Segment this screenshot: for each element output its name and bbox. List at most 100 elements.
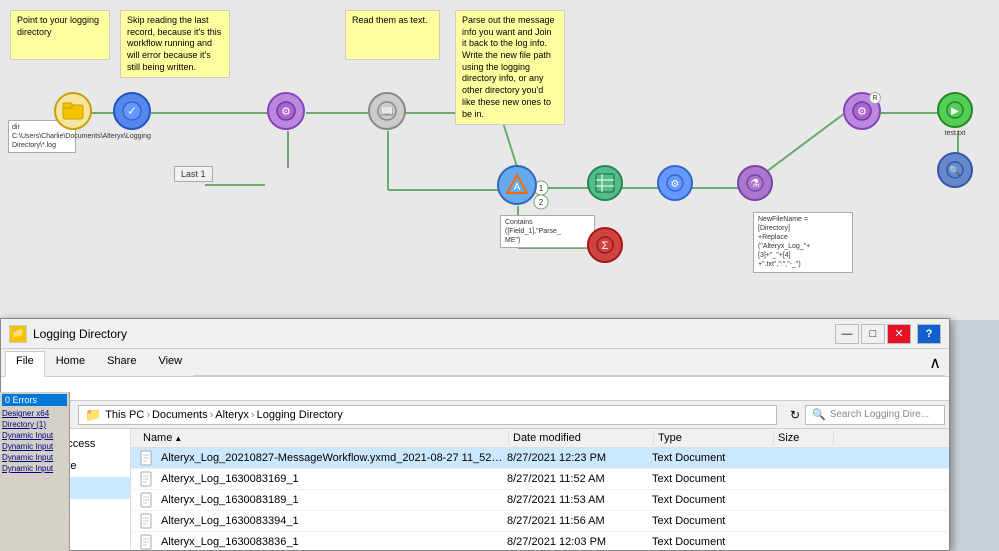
svg-text:⚙: ⚙ <box>281 106 291 118</box>
browse-tool[interactable]: 🔍 <box>937 152 973 188</box>
note-1: Point to your logging directory <box>10 10 110 60</box>
column-header-date[interactable]: Date modified <box>509 431 654 445</box>
file-icon <box>139 492 155 508</box>
ribbon-tab-home[interactable]: Home <box>45 351 96 376</box>
file-name: Alteryx_Log_1630083169_1 <box>161 473 507 485</box>
read-tool[interactable]: 📖 <box>368 92 406 130</box>
file-date: 8/27/2021 12:03 PM <box>507 536 652 548</box>
left-panel-item[interactable]: Dynamic Input <box>2 441 67 452</box>
sigma-tool[interactable]: Σ <box>587 227 623 263</box>
file-type: Text Document <box>652 452 772 464</box>
contains-formula-box: Contains ([Field_1],"Parse_ ME") <box>500 215 595 248</box>
note-4: Parse out the message info you want and … <box>455 10 565 125</box>
file-row[interactable]: Alteryx_Log_1630083394_1 8/27/2021 11:56… <box>131 511 949 532</box>
ribbon-tabs: File Home Share View ∧ <box>1 349 949 376</box>
workflow-canvas: 1 2 1 Point to your logging directory Sk… <box>0 0 999 320</box>
file-name: Alteryx_Log_20210827-MessageWorkflow.yxm… <box>161 452 507 464</box>
maximize-button[interactable]: □ <box>861 324 885 344</box>
file-row[interactable]: Alteryx_Log_1630083169_1 8/27/2021 11:52… <box>131 469 949 490</box>
file-icon <box>139 471 155 487</box>
last1-tool[interactable]: Last 1 <box>174 166 213 182</box>
table-tool[interactable] <box>587 165 623 201</box>
left-panel-item[interactable]: Dynamic Input <box>2 430 67 441</box>
ribbon: File Home Share View ∧ <box>1 349 949 401</box>
file-row[interactable]: Alteryx_Log_20210827-MessageWorkflow.yxm… <box>131 448 949 469</box>
folder-icon: 📁 <box>85 407 101 423</box>
title-bar: 📁 Logging Directory — □ ✕ ? <box>1 319 949 349</box>
explorer-window-icon: 📁 <box>9 325 27 343</box>
note-2: Skip reading the last record, because it… <box>120 10 230 78</box>
file-date: 8/27/2021 11:53 AM <box>507 494 652 506</box>
file-type: Text Document <box>652 473 772 485</box>
file-type: Text Document <box>652 536 772 548</box>
note-3: Read them as text. <box>345 10 440 60</box>
file-type: Text Document <box>652 515 772 527</box>
addr-logging-dir: Logging Directory <box>257 409 343 421</box>
file-name: Alteryx_Log_1630083394_1 <box>161 515 507 527</box>
close-button[interactable]: ✕ <box>887 324 911 344</box>
file-name: Alteryx_Log_1630083836_1 <box>161 536 507 548</box>
left-panel-items: Designer x64Directory (1)Dynamic InputDy… <box>2 408 67 474</box>
svg-text:2: 2 <box>539 198 544 207</box>
sort-arrow-name: ▲ <box>174 434 182 443</box>
directory-tool[interactable] <box>54 92 92 130</box>
svg-text:⚙: ⚙ <box>857 106 867 118</box>
file-icon <box>139 534 155 550</box>
svg-text:⚗: ⚗ <box>750 178 760 190</box>
filter-tool[interactable]: A <box>497 165 537 205</box>
ribbon-tab-share[interactable]: Share <box>96 351 147 376</box>
file-icon <box>139 513 155 529</box>
svg-text:Σ: Σ <box>602 240 609 252</box>
addr-documents: Documents <box>152 409 208 421</box>
flask-tool[interactable]: ⚗ <box>737 165 773 201</box>
addr-alteryx: Alteryx <box>215 409 249 421</box>
left-panel-item[interactable]: Designer x64 <box>2 408 67 419</box>
gear-purple2-tool[interactable]: ⚙ R <box>843 92 881 130</box>
svg-text:▶: ▶ <box>951 106 959 117</box>
file-rows-container: Alteryx_Log_20210827-MessageWorkflow.yxm… <box>131 448 949 550</box>
svg-text:1: 1 <box>539 184 544 193</box>
help-button[interactable]: ? <box>917 324 941 344</box>
file-name: Alteryx_Log_1630083189_1 <box>161 494 507 506</box>
left-panel: 0 Errors Designer x64Directory (1)Dynami… <box>0 392 70 551</box>
search-icon: 🔍 <box>812 408 826 421</box>
minimize-button[interactable]: — <box>835 324 859 344</box>
gear-blue-tool[interactable]: ⚙ <box>657 165 693 201</box>
file-date: 8/27/2021 11:56 AM <box>507 515 652 527</box>
check-tool[interactable]: ✓ <box>113 92 151 130</box>
file-type: Text Document <box>652 494 772 506</box>
output-tool[interactable]: ▶ test.txt <box>937 92 973 137</box>
left-panel-errors: 0 Errors <box>2 394 67 406</box>
search-box[interactable]: 🔍 Search Logging Dire... <box>805 405 945 425</box>
file-icon <box>139 450 155 466</box>
svg-text:🔍: 🔍 <box>949 164 961 177</box>
file-list-header: Name ▲ Date modified Type Size <box>131 429 949 448</box>
main-content: ⭐ Quick access ☁ OneDrive 💻 This PC 🌐 Ne… <box>1 429 949 550</box>
left-panel-item[interactable]: Dynamic Input <box>2 463 67 474</box>
svg-text:✓: ✓ <box>127 104 137 118</box>
newfilename-formula-box: NewFileName = [Directory] +Replace ("Alt… <box>753 212 853 273</box>
svg-text:⚙: ⚙ <box>671 179 680 190</box>
left-panel-item[interactable]: Dynamic Input <box>2 452 67 463</box>
left-panel-item[interactable]: Directory (1) <box>2 419 67 430</box>
gear-purple-tool[interactable]: ⚙ <box>267 92 305 130</box>
column-header-type[interactable]: Type <box>654 431 774 445</box>
ribbon-expand-button[interactable]: ∧ <box>925 351 945 376</box>
file-row[interactable]: Alteryx_Log_1630083836_1 8/27/2021 12:03… <box>131 532 949 550</box>
ribbon-tab-view[interactable]: View <box>147 351 193 376</box>
svg-text:A: A <box>514 182 521 193</box>
ribbon-tab-file[interactable]: File <box>5 351 45 377</box>
file-date: 8/27/2021 11:52 AM <box>507 473 652 485</box>
column-header-name[interactable]: Name ▲ <box>139 431 509 445</box>
explorer-window: 📁 Logging Directory — □ ✕ ? File Home Sh… <box>0 318 950 551</box>
file-list: Name ▲ Date modified Type Size Alteryx_L… <box>131 429 949 550</box>
addr-this-pc: This PC <box>105 409 144 421</box>
address-bar[interactable]: 📁 This PC › Documents › Alteryx › Loggin… <box>78 405 777 425</box>
file-date: 8/27/2021 12:23 PM <box>507 452 652 464</box>
explorer-window-title: Logging Directory <box>33 327 833 341</box>
file-row[interactable]: Alteryx_Log_1630083189_1 8/27/2021 11:53… <box>131 490 949 511</box>
address-bar-row: ‹ › ↑ 📁 This PC › Documents › Alteryx › … <box>1 401 949 429</box>
column-header-size[interactable]: Size <box>774 431 834 445</box>
ribbon-content <box>1 376 949 400</box>
refresh-button[interactable]: ↻ <box>785 405 805 425</box>
